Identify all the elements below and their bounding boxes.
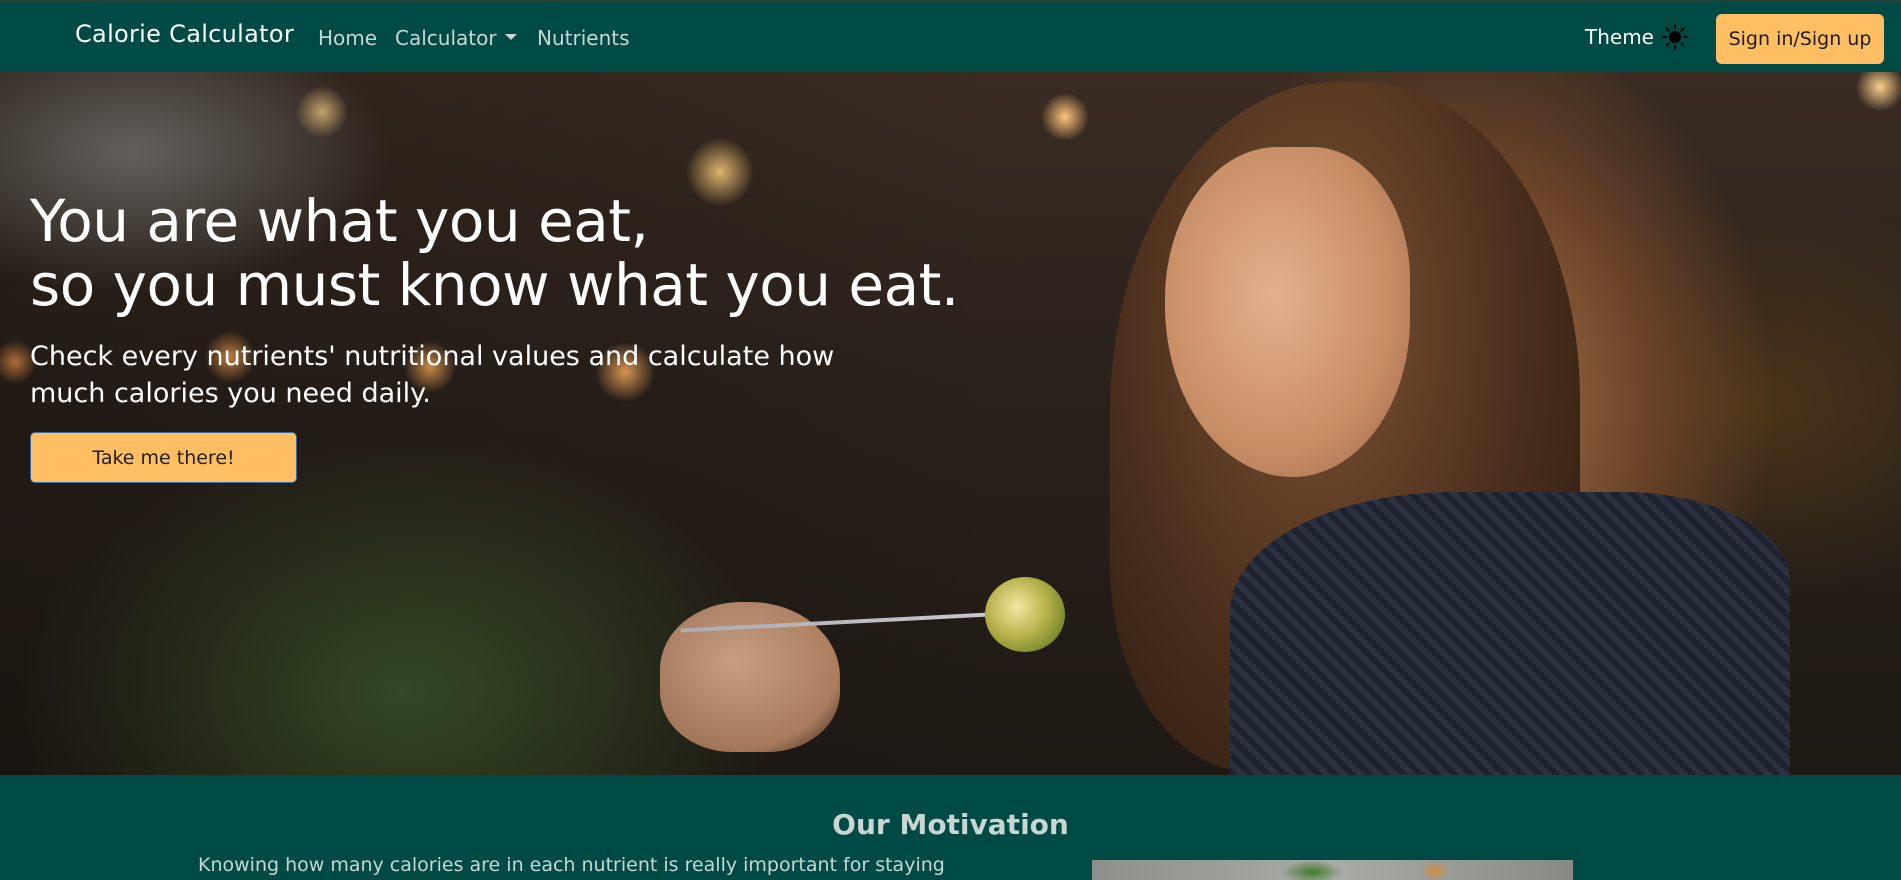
motivation-text: Knowing how many calories are in each nu… bbox=[198, 854, 945, 876]
hero-overlay bbox=[0, 72, 1000, 775]
hero-section: You are what you eat, so you must know w… bbox=[0, 72, 1901, 775]
signin-signup-button[interactable]: Sign in/Sign up bbox=[1716, 14, 1884, 64]
nav-home-link[interactable]: Home bbox=[318, 26, 377, 50]
motivation-title: Our Motivation bbox=[832, 808, 1069, 841]
motivation-image bbox=[1092, 860, 1573, 880]
motivation-image-leaf bbox=[1282, 860, 1342, 880]
hero-photo-sweater bbox=[1230, 492, 1790, 775]
nav-calculator-dropdown[interactable]: Calculator bbox=[395, 26, 517, 50]
hero-subtitle: Check every nutrients' nutritional value… bbox=[30, 341, 835, 409]
brand-logo[interactable]: Calorie Calculator bbox=[75, 20, 294, 48]
chevron-down-icon bbox=[504, 33, 517, 40]
motivation-image-nut bbox=[1422, 862, 1448, 880]
nav-nutrients-link[interactable]: Nutrients bbox=[537, 26, 630, 50]
theme-label: Theme bbox=[1585, 25, 1654, 49]
nav-calculator-label: Calculator bbox=[395, 26, 497, 50]
hero-title-line1: You are what you eat, bbox=[30, 187, 649, 255]
sun-icon bbox=[1661, 24, 1688, 50]
take-me-there-button[interactable]: Take me there! bbox=[30, 432, 297, 483]
theme-toggle[interactable]: Theme bbox=[1585, 24, 1688, 50]
top-navbar: Calorie Calculator Home Calculator Nutri… bbox=[0, 0, 1901, 72]
hero-title-line2: so you must know what you eat. bbox=[30, 251, 959, 319]
hero-title: You are what you eat, so you must know w… bbox=[30, 189, 959, 317]
motivation-section: Our Motivation Knowing how many calories… bbox=[0, 775, 1901, 880]
